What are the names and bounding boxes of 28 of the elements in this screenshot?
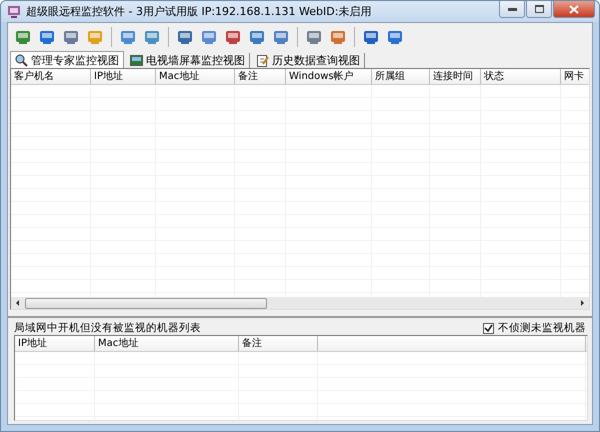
view-tab[interactable]: 管理专家监控视图 xyxy=(10,51,124,68)
checkbox-label: 不侦测未监视机器 xyxy=(498,321,586,335)
column-header[interactable]: IP地址 xyxy=(91,69,156,84)
column-header[interactable]: 状态 xyxy=(481,69,561,84)
scroll-thumb[interactable] xyxy=(25,298,267,308)
maximize-icon xyxy=(534,5,544,13)
column-header[interactable]: 网卡 xyxy=(561,69,589,84)
close-icon xyxy=(569,4,579,14)
group-title: 局域网中开机但没有被监视的机器列表 xyxy=(14,321,201,335)
column-header[interactable]: 所属组 xyxy=(372,69,430,84)
column-header[interactable]: 连接时间 xyxy=(430,69,481,84)
minimize-icon xyxy=(508,8,516,10)
magnifier-icon xyxy=(15,54,28,66)
close-button[interactable] xyxy=(553,1,595,18)
column-header[interactable]: 备注 xyxy=(239,336,318,351)
window-title: 超级眼远程监控软件 - 3用户试用版 IP:192.168.1.131 WebID:未启用 xyxy=(26,4,372,19)
app-icon xyxy=(7,4,21,18)
column-header[interactable]: Mac地址 xyxy=(95,336,239,351)
column-header[interactable]: 客户机名 xyxy=(11,69,91,84)
column-header[interactable]: 备注 xyxy=(235,69,286,84)
minimize-button[interactable] xyxy=(499,1,525,18)
landscape-icon xyxy=(130,54,143,67)
checkbox[interactable] xyxy=(483,322,494,334)
column-header[interactable]: IP地址 xyxy=(15,336,95,351)
horizontal-scrollbar[interactable] xyxy=(11,297,589,309)
maximize-button[interactable] xyxy=(526,1,552,18)
column-header[interactable]: Windows帐户 xyxy=(286,69,372,84)
column-header[interactable]: Mac地址 xyxy=(156,69,235,84)
